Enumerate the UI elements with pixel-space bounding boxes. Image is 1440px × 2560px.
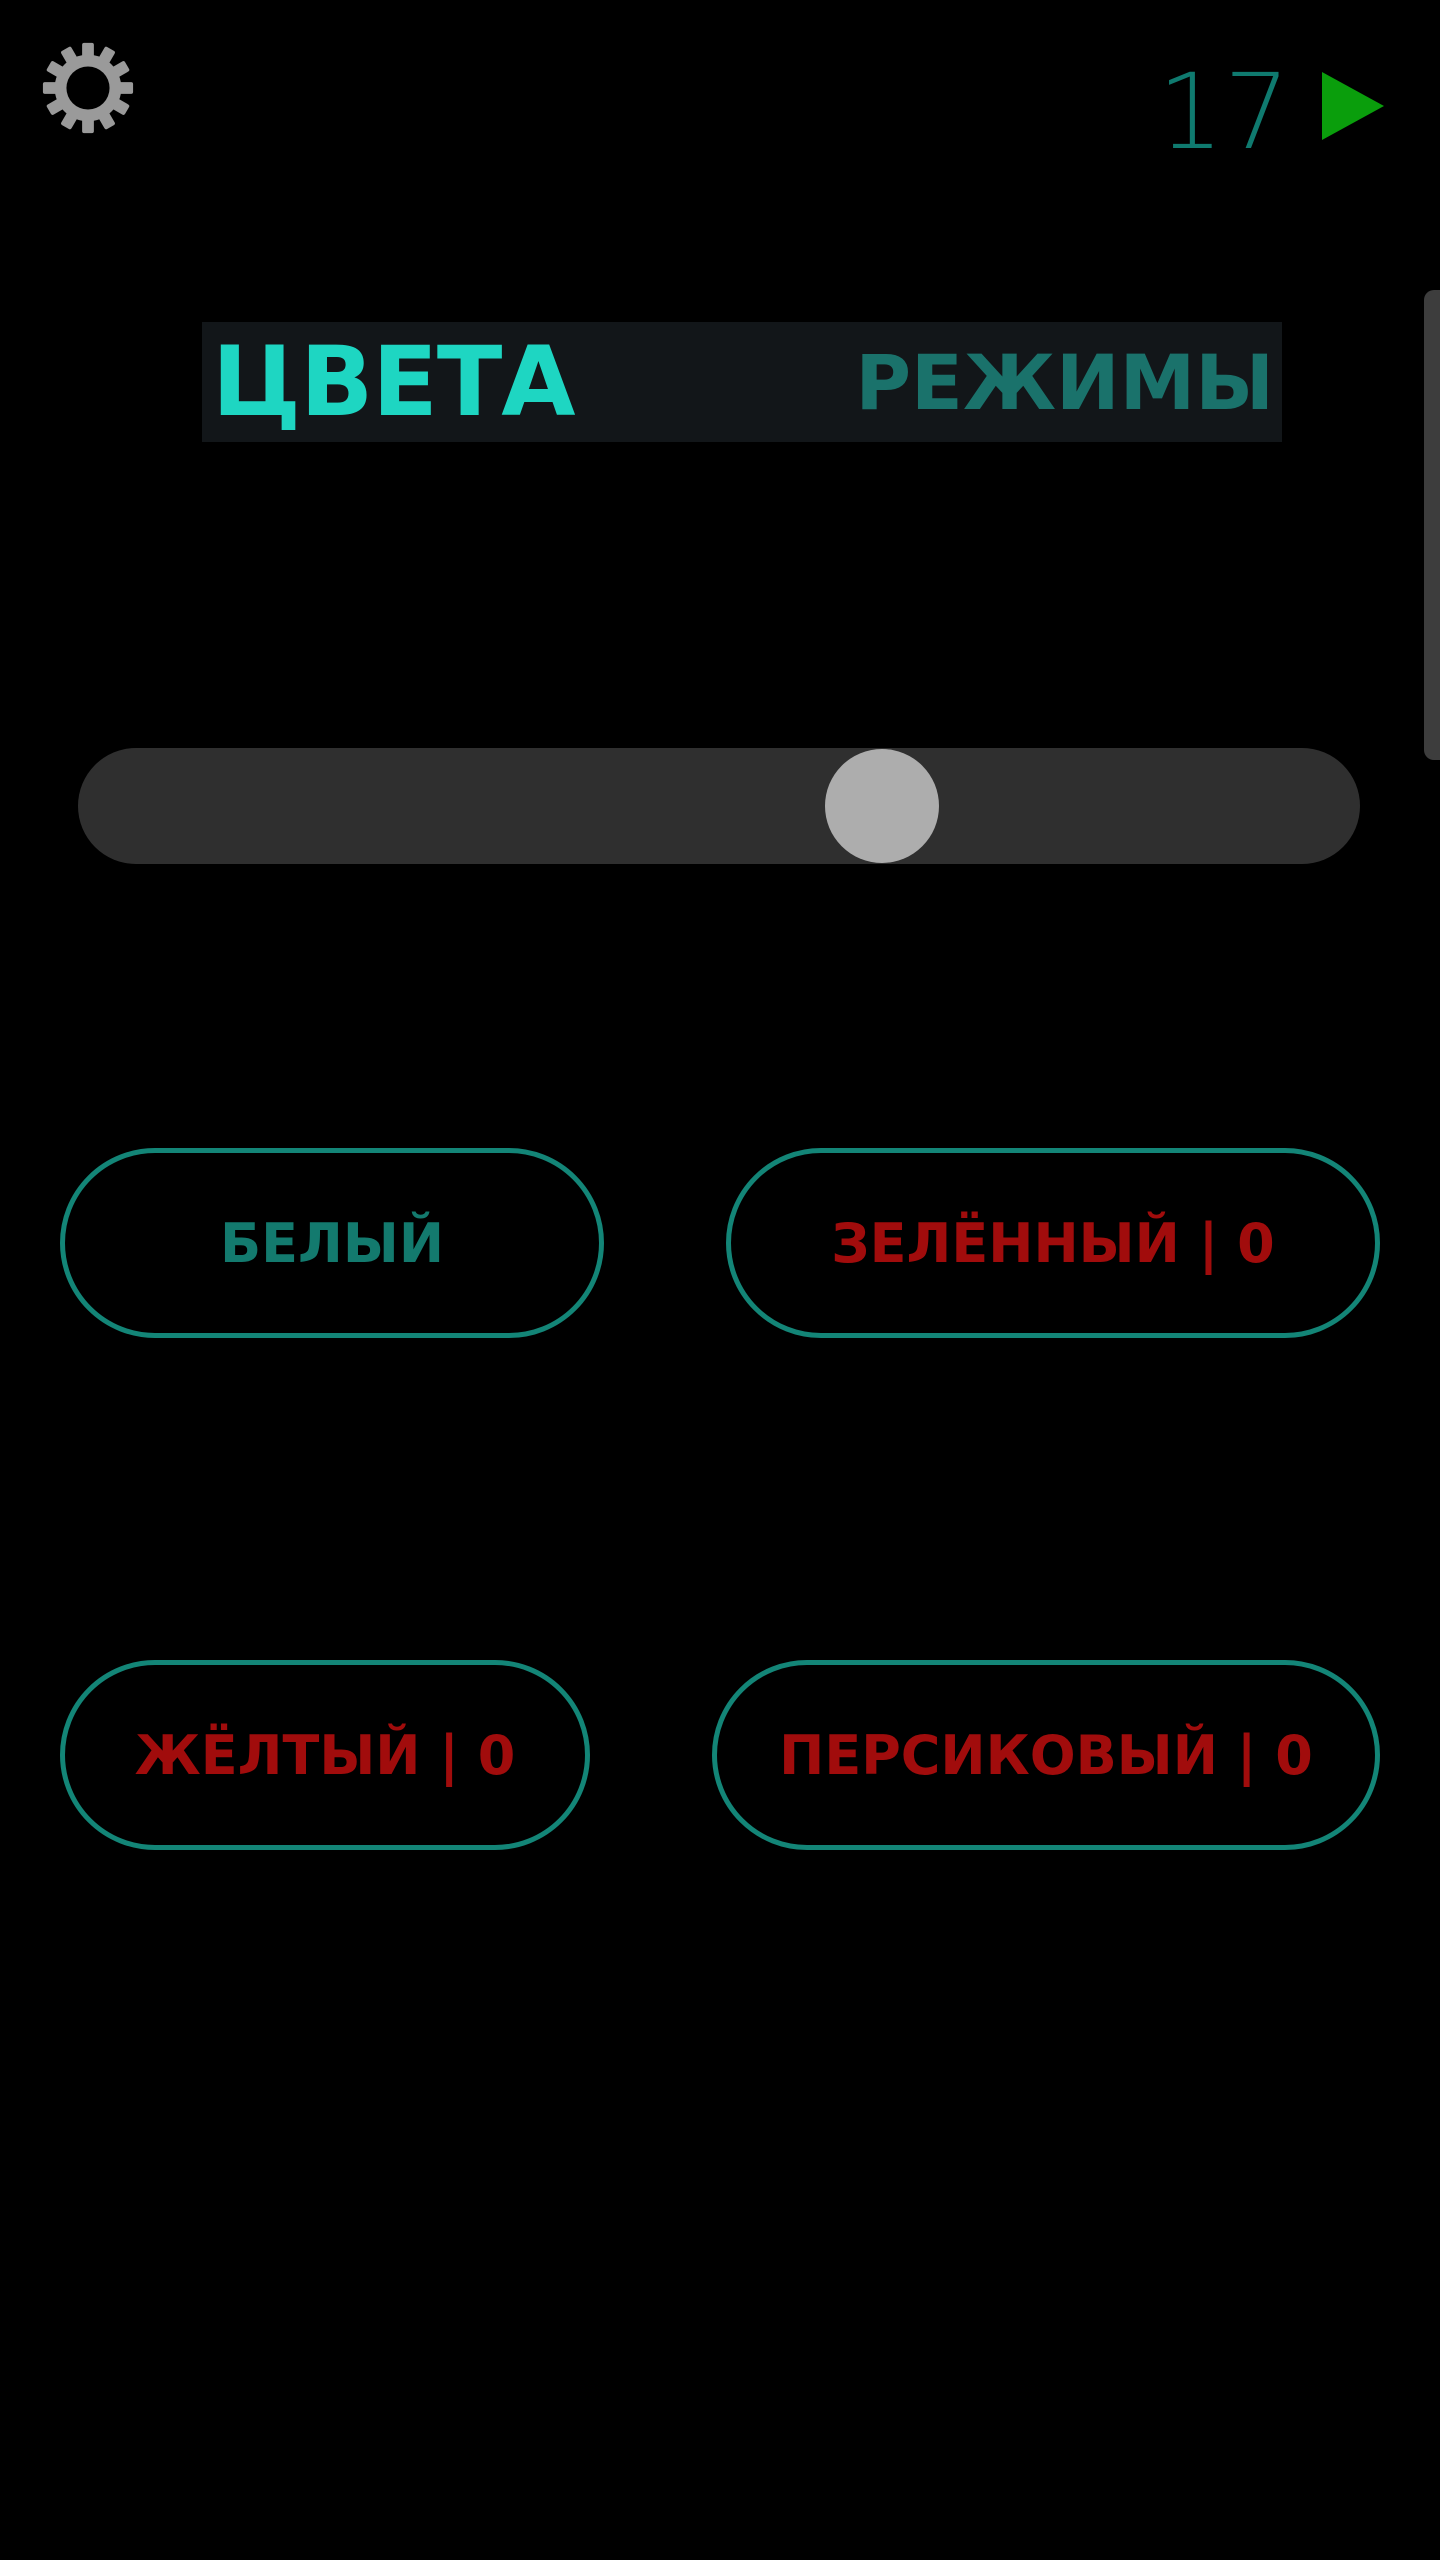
color-white-button[interactable]: БЕЛЫЙ	[60, 1148, 604, 1338]
play-button[interactable]	[1318, 70, 1388, 142]
tab-modes[interactable]: РЕЖИМЫ	[855, 338, 1274, 427]
slider-thumb[interactable]	[824, 749, 939, 863]
gear-icon	[42, 42, 134, 134]
color-green-button[interactable]: ЗЕЛЁННЫЙ | 0	[726, 1148, 1380, 1338]
brightness-slider[interactable]	[78, 748, 1360, 864]
color-yellow-button[interactable]: ЖЁЛТЫЙ | 0	[60, 1660, 590, 1850]
coin-counter: 17	[1157, 51, 1290, 173]
tab-colors[interactable]: ЦВЕТА	[212, 326, 576, 438]
color-peach-button[interactable]: ПЕРСИКОВЫЙ | 0	[712, 1660, 1380, 1850]
play-icon	[1322, 72, 1384, 140]
settings-button[interactable]	[36, 36, 140, 140]
tab-bar: ЦВЕТА РЕЖИМЫ	[202, 322, 1282, 442]
scroll-indicator[interactable]	[1424, 290, 1440, 760]
